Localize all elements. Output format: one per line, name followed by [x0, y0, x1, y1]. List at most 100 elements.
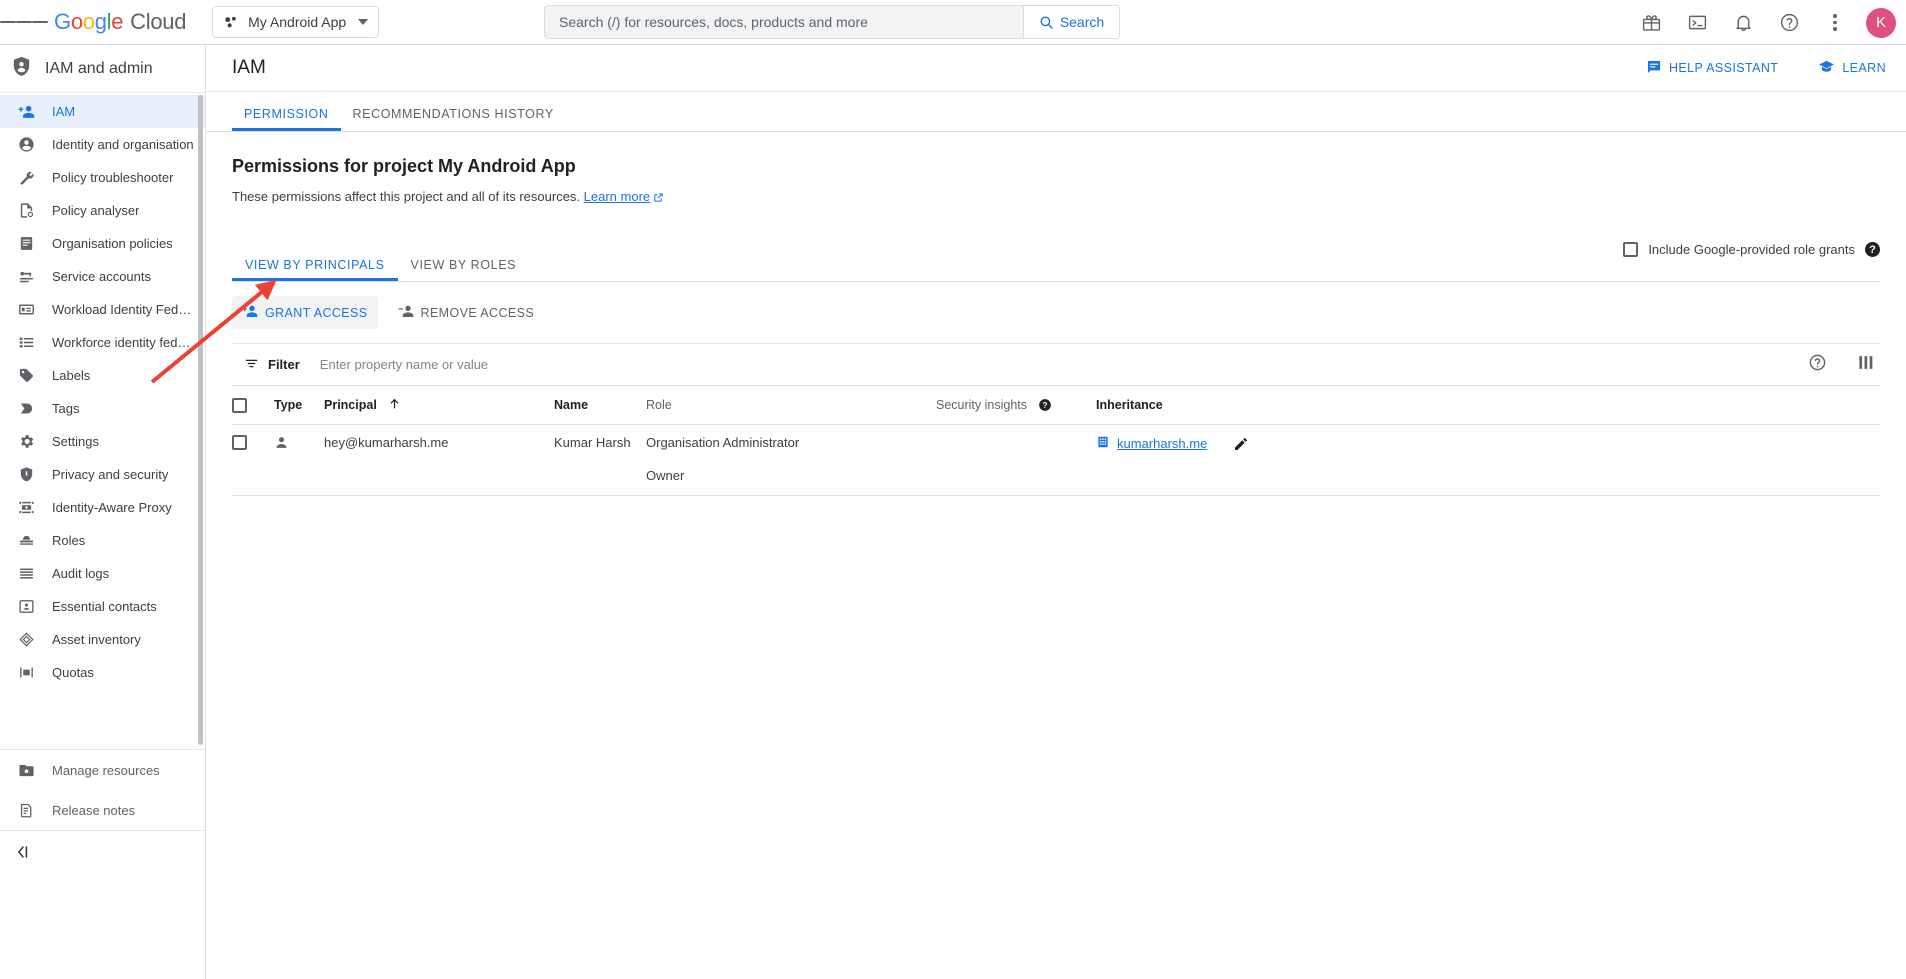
- column-header-role[interactable]: Role: [646, 386, 936, 425]
- sidebar-item-quotas[interactable]: Quotas: [0, 656, 205, 689]
- inheritance-link[interactable]: kumarharsh.me: [1096, 435, 1207, 452]
- table-actions: GRANT ACCESS REMOVE ACCESS: [232, 296, 1880, 329]
- learn-more-link[interactable]: Learn more: [584, 189, 650, 204]
- notifications-bell-icon[interactable]: [1726, 6, 1760, 40]
- gift-icon[interactable]: [1634, 6, 1668, 40]
- sidebar-item-identity-and-organisation[interactable]: Identity and organisation: [0, 128, 205, 161]
- column-header-name[interactable]: Name: [554, 386, 646, 425]
- row2-select-cell: [232, 465, 274, 496]
- id-card-icon: [14, 301, 38, 318]
- shield-icon: [14, 466, 38, 483]
- table-row-secondary-role: Owner: [232, 465, 1880, 496]
- google-cloud-logo[interactable]: Google Cloud: [54, 9, 186, 35]
- filter-input[interactable]: [318, 356, 798, 373]
- row2-name-cell: [554, 465, 646, 496]
- include-google-grants-checkbox[interactable]: [1623, 242, 1638, 257]
- include-google-grants-label: Include Google-provided role grants: [1648, 242, 1855, 257]
- sidebar-item-label: Policy analyser: [52, 203, 139, 218]
- help-assistant-label: HELP ASSISTANT: [1669, 61, 1778, 75]
- sidebar-item-roles[interactable]: Roles: [0, 524, 205, 557]
- sidebar-item-workforce-identity-federation[interactable]: Workforce identity federat…: [0, 326, 205, 359]
- column-header-principal[interactable]: Principal: [324, 386, 554, 425]
- filter-label-group[interactable]: Filter: [232, 356, 300, 374]
- sidebar-item-label: Policy troubleshooter: [52, 170, 173, 185]
- row-spacer-cell: [1296, 425, 1880, 466]
- search-input[interactable]: [545, 6, 1023, 38]
- key-card-icon: [14, 268, 38, 285]
- label-tag-icon: [14, 367, 38, 384]
- row2-security-insights-cell: [936, 465, 1096, 496]
- sidebar-item-manage-resources[interactable]: Manage resources: [0, 750, 205, 790]
- sidebar-item-essential-contacts[interactable]: Essential contacts: [0, 590, 205, 623]
- pencil-edit-icon[interactable]: [1233, 436, 1249, 455]
- remove-access-button[interactable]: REMOVE ACCESS: [388, 296, 545, 329]
- tab-view-by-roles[interactable]: VIEW BY ROLES: [398, 258, 530, 281]
- hamburger-menu-icon[interactable]: [0, 0, 48, 45]
- help-circle-icon[interactable]: [1772, 6, 1806, 40]
- permissions-table: Type Principal Name Role S: [232, 385, 1880, 496]
- sidebar-item-audit-logs[interactable]: Audit logs: [0, 557, 205, 590]
- select-all-checkbox[interactable]: [232, 398, 247, 413]
- sidebar-item-asset-inventory[interactable]: Asset inventory: [0, 623, 205, 656]
- learn-button[interactable]: LEARN: [1818, 58, 1886, 78]
- sidebar-item-label: Labels: [52, 368, 90, 383]
- audit-lines-icon: [14, 565, 38, 582]
- help-filled-icon[interactable]: ?: [1865, 242, 1880, 257]
- sidebar-header: IAM and admin: [0, 45, 205, 93]
- table-row[interactable]: hey@kumarharsh.me Kumar Harsh Organisati…: [232, 425, 1880, 466]
- search-button[interactable]: Search: [1023, 6, 1119, 38]
- cloud-shell-icon[interactable]: [1680, 6, 1714, 40]
- sidebar-scrollbar[interactable]: [198, 95, 203, 745]
- filter-right-icons: [1808, 353, 1876, 377]
- main-content: IAM HELP ASSISTANT: [206, 45, 1906, 979]
- help-filled-icon[interactable]: ?: [1038, 398, 1052, 412]
- grant-access-button[interactable]: GRANT ACCESS: [232, 296, 378, 329]
- collapse-panel-icon[interactable]: [0, 830, 205, 872]
- sidebar-item-workload-identity-federation[interactable]: Workload Identity Federat…: [0, 293, 205, 326]
- sidebar-item-label: Release notes: [52, 803, 135, 818]
- row-principal-cell: hey@kumarharsh.me: [324, 425, 554, 466]
- row-select-cell: [232, 425, 274, 466]
- row-checkbox[interactable]: [232, 435, 247, 450]
- sidebar-item-release-notes[interactable]: Release notes: [0, 790, 205, 830]
- sidebar-item-label: Settings: [52, 434, 99, 449]
- column-header-inheritance[interactable]: Inheritance: [1096, 386, 1296, 425]
- sidebar-item-settings[interactable]: Settings: [0, 425, 205, 458]
- sidebar-item-organisation-policies[interactable]: Organisation policies: [0, 227, 205, 260]
- proxy-icon: [14, 499, 38, 516]
- sidebar-item-privacy-and-security[interactable]: Privacy and security: [0, 458, 205, 491]
- sidebar-item-policy-troubleshooter[interactable]: Policy troubleshooter: [0, 161, 205, 194]
- select-all-header: [232, 386, 274, 425]
- column-display-options-icon[interactable]: [1857, 353, 1876, 377]
- sidebar-item-tags[interactable]: Tags: [0, 392, 205, 425]
- more-options-icon[interactable]: [1818, 6, 1852, 40]
- help-assistant-button[interactable]: HELP ASSISTANT: [1646, 59, 1778, 78]
- tab-permission[interactable]: PERMISSION: [232, 107, 341, 131]
- sidebar-item-identity-aware-proxy[interactable]: Identity-Aware Proxy: [0, 491, 205, 524]
- organisation-building-icon: [1096, 435, 1110, 452]
- column-header-actions: [1296, 386, 1880, 425]
- help-circle-icon[interactable]: [1808, 353, 1827, 377]
- global-search-bar[interactable]: Search: [544, 5, 1120, 39]
- top-bar-icon-group: K: [1634, 0, 1896, 45]
- sidebar-item-iam[interactable]: IAM: [0, 95, 205, 128]
- account-circle-icon: [14, 136, 38, 153]
- project-name-label: My Android App: [248, 14, 346, 30]
- sidebar-item-labels[interactable]: Labels: [0, 359, 205, 392]
- shield-person-icon: [10, 55, 33, 83]
- sidebar-item-service-accounts[interactable]: Service accounts: [0, 260, 205, 293]
- sidebar-item-label: Quotas: [52, 665, 94, 680]
- permissions-title: Permissions for project My Android App: [232, 156, 1880, 177]
- search-button-label: Search: [1060, 14, 1104, 30]
- tab-recommendations-history[interactable]: RECOMMENDATIONS HISTORY: [341, 107, 566, 131]
- column-header-security-insights[interactable]: Security insights ?: [936, 386, 1096, 425]
- main-header: IAM HELP ASSISTANT: [206, 45, 1906, 92]
- content-area: Permissions for project My Android App T…: [206, 156, 1906, 496]
- avatar[interactable]: K: [1866, 8, 1896, 38]
- project-selector[interactable]: My Android App: [212, 6, 379, 38]
- sidebar-item-policy-analyser[interactable]: Policy analyser: [0, 194, 205, 227]
- grant-access-label: GRANT ACCESS: [265, 306, 368, 320]
- tab-view-by-principals[interactable]: VIEW BY PRINCIPALS: [232, 258, 398, 281]
- column-header-type[interactable]: Type: [274, 386, 324, 425]
- person-add-icon: [242, 303, 258, 322]
